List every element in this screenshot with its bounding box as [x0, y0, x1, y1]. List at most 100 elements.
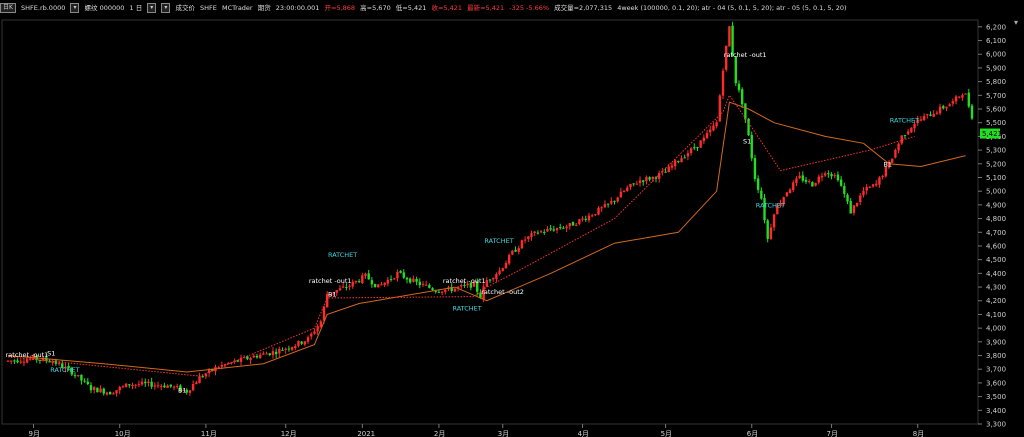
period-dropdown-icon[interactable]: ▾ [147, 3, 157, 13]
candle-body [648, 177, 651, 180]
candle-body [268, 353, 271, 355]
candle-body [651, 176, 654, 179]
candle-body [421, 283, 425, 285]
candle-body [488, 279, 492, 281]
candle-body [766, 220, 769, 239]
candle-body [689, 148, 693, 154]
candle-body [785, 192, 789, 197]
candle-body [460, 285, 463, 287]
candle-body [351, 281, 354, 287]
candle-body [444, 289, 447, 292]
candle-body [811, 182, 814, 187]
candle-body [836, 174, 840, 181]
candle-body [744, 103, 747, 120]
candle-body [792, 182, 795, 191]
candle-body [667, 166, 670, 173]
candle-body [294, 345, 297, 349]
signal-label: S1 [47, 350, 55, 358]
x-tick-label: 9月 [29, 430, 40, 437]
signal-label: RATCHET [50, 366, 79, 374]
candle-body [491, 278, 495, 280]
candle-body [495, 274, 498, 279]
candle-body [507, 254, 511, 264]
candle-body [610, 200, 613, 204]
candle-body [820, 175, 824, 178]
candle-body [868, 186, 872, 188]
candle-body [574, 224, 578, 226]
candle-body [606, 203, 610, 205]
x-tick-label: 3月 [498, 430, 509, 437]
candle-body [440, 291, 444, 293]
x-tick-label: 7月 [827, 430, 838, 437]
candle-body [108, 392, 112, 395]
price-type-dropdown-icon[interactable]: ▾ [161, 3, 171, 13]
candle-body [370, 280, 374, 285]
candle-body [578, 219, 581, 224]
candle-body [539, 231, 543, 233]
candle-body [150, 381, 153, 387]
chart-mode-button[interactable]: 日K [0, 3, 16, 13]
candle-body [188, 390, 192, 393]
signal-label: ratchet -out1 [309, 277, 352, 285]
candle-body [415, 279, 418, 282]
candle-body [284, 348, 287, 350]
candle-body [571, 222, 575, 226]
signal-label: B1 [883, 161, 892, 169]
candle-body [124, 383, 128, 388]
signal-label: RATCHET [328, 251, 357, 259]
candle-body [616, 197, 619, 202]
candle-body [597, 207, 600, 215]
category-label: 期货 [257, 4, 271, 12]
candle-body [546, 228, 549, 232]
y-tick-label: 5,300 [986, 147, 1006, 155]
candle-body [922, 116, 926, 121]
time-label: 23:00:00.001 [275, 4, 320, 12]
candle-body [945, 106, 948, 109]
candle-body [96, 387, 99, 393]
candle-body [673, 160, 677, 167]
candle-body [970, 105, 974, 119]
candle-body [951, 101, 955, 104]
candle-body [278, 348, 281, 354]
x-tick-label: 11月 [201, 430, 217, 437]
candle-body [297, 340, 300, 346]
candle-body [367, 273, 370, 280]
candle-body [740, 89, 744, 105]
candle-body [517, 248, 520, 252]
candle-body [380, 284, 383, 286]
candle-body [635, 183, 639, 185]
x-tick-label: 10月 [115, 430, 131, 437]
candle-body [112, 393, 115, 395]
candle-body [664, 171, 667, 173]
price-type-label: 成交价 [175, 4, 195, 12]
candle-body [258, 354, 262, 358]
candle-body [804, 179, 808, 182]
candle-body [383, 282, 386, 285]
y-tick-label: 3,600 [986, 379, 1006, 387]
candle-body [702, 137, 706, 142]
candle-body [871, 184, 875, 187]
signal-label: RATCHET [890, 117, 919, 125]
candle-body [859, 195, 862, 202]
x-tick-label: 2月 [434, 430, 445, 437]
candle-body [935, 112, 939, 114]
symbol-dropdown-icon[interactable]: ▾ [70, 3, 80, 13]
candle-body [520, 240, 524, 249]
x-tick-label: 4月 [578, 430, 589, 437]
candle-body [737, 83, 741, 91]
period-label[interactable]: 1 日 [130, 0, 143, 16]
candle-body [849, 201, 852, 214]
candle-body [310, 333, 313, 337]
symbol-label[interactable]: SHFE.rb.0000 [21, 0, 65, 16]
candle-body [827, 173, 830, 175]
candle-body [594, 214, 597, 216]
open-value: 开=5,868 [324, 4, 356, 12]
candle-body [552, 229, 556, 231]
candle-body [852, 205, 856, 213]
y-tick-label: 6,200 [986, 23, 1006, 31]
candle-body [808, 181, 811, 183]
candle-body [798, 175, 801, 179]
signal-label: ratchet -out2 [481, 288, 524, 296]
candle-body [399, 270, 402, 273]
candle-body [642, 180, 645, 182]
